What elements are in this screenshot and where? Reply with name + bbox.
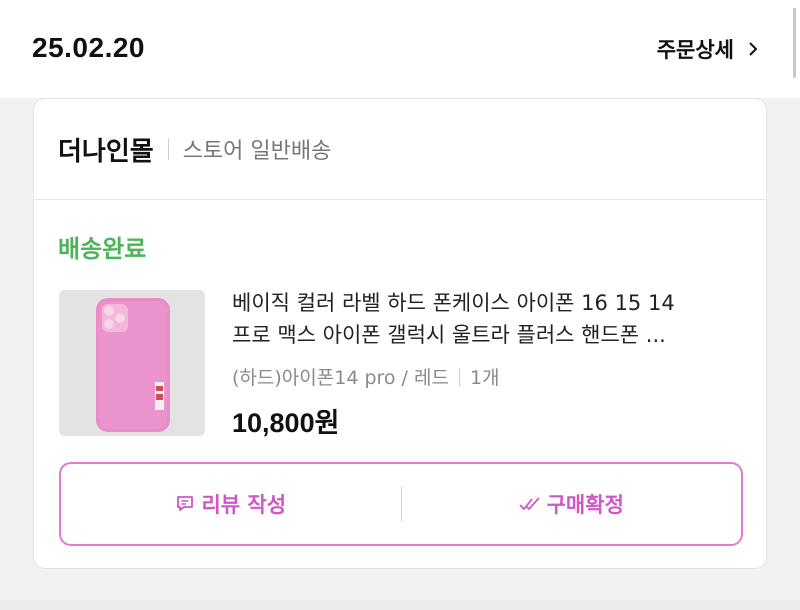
product-name[interactable]: 베이직 컬러 라벨 하드 폰케이스 아이폰 16 15 14 프로 맥스 아이폰… xyxy=(232,287,748,351)
order-card: 더나인몰 스토어 일반배송 배송완료 베이직 컬러 라벨 하드 폰케이스 아이폰… xyxy=(33,98,767,569)
write-review-label: 리뷰 작성 xyxy=(201,493,287,517)
scrollbar[interactable] xyxy=(793,8,796,78)
product-image[interactable] xyxy=(59,290,205,436)
pink-phone-case-image xyxy=(59,290,205,436)
order-actions: 리뷰 작성 구매확정 xyxy=(59,462,743,546)
section-divider xyxy=(0,600,800,610)
store-name[interactable]: 더나인몰 xyxy=(58,131,154,168)
chevron-right-icon xyxy=(749,42,758,56)
product-name-line1: 베이직 컬러 라벨 하드 폰케이스 아이폰 16 15 14 xyxy=(232,291,675,315)
confirm-purchase-button[interactable]: 구매확정 xyxy=(402,464,742,544)
review-icon xyxy=(177,496,194,511)
store-header[interactable]: 더나인몰 스토어 일반배송 xyxy=(34,99,766,200)
double-check-icon xyxy=(518,497,540,510)
store-delivery-type: 스토어 일반배송 xyxy=(182,139,332,164)
order-detail-label: 주문상세 xyxy=(656,38,734,62)
order-date: 25.02.20 xyxy=(32,32,145,63)
product-name-line2: 프로 맥스 아이폰 갤럭시 울트라 플러스 핸드폰 ... xyxy=(232,323,666,347)
order-detail-link[interactable]: 주문상세 xyxy=(657,34,760,64)
product-price: 10,800원 xyxy=(232,408,340,438)
divider xyxy=(167,138,169,160)
write-review-button[interactable]: 리뷰 작성 xyxy=(61,464,401,544)
order-header: 25.02.20 주문상세 xyxy=(0,0,800,98)
product-option: (하드)아이폰14 pro / 레드 1개 xyxy=(232,363,500,390)
product-option-text: (하드)아이폰14 pro / 레드 xyxy=(232,367,449,389)
confirm-purchase-label: 구매확정 xyxy=(546,493,624,517)
divider xyxy=(458,367,460,386)
delivery-status: 배송완료 xyxy=(58,235,147,263)
product-quantity: 1개 xyxy=(469,367,500,389)
